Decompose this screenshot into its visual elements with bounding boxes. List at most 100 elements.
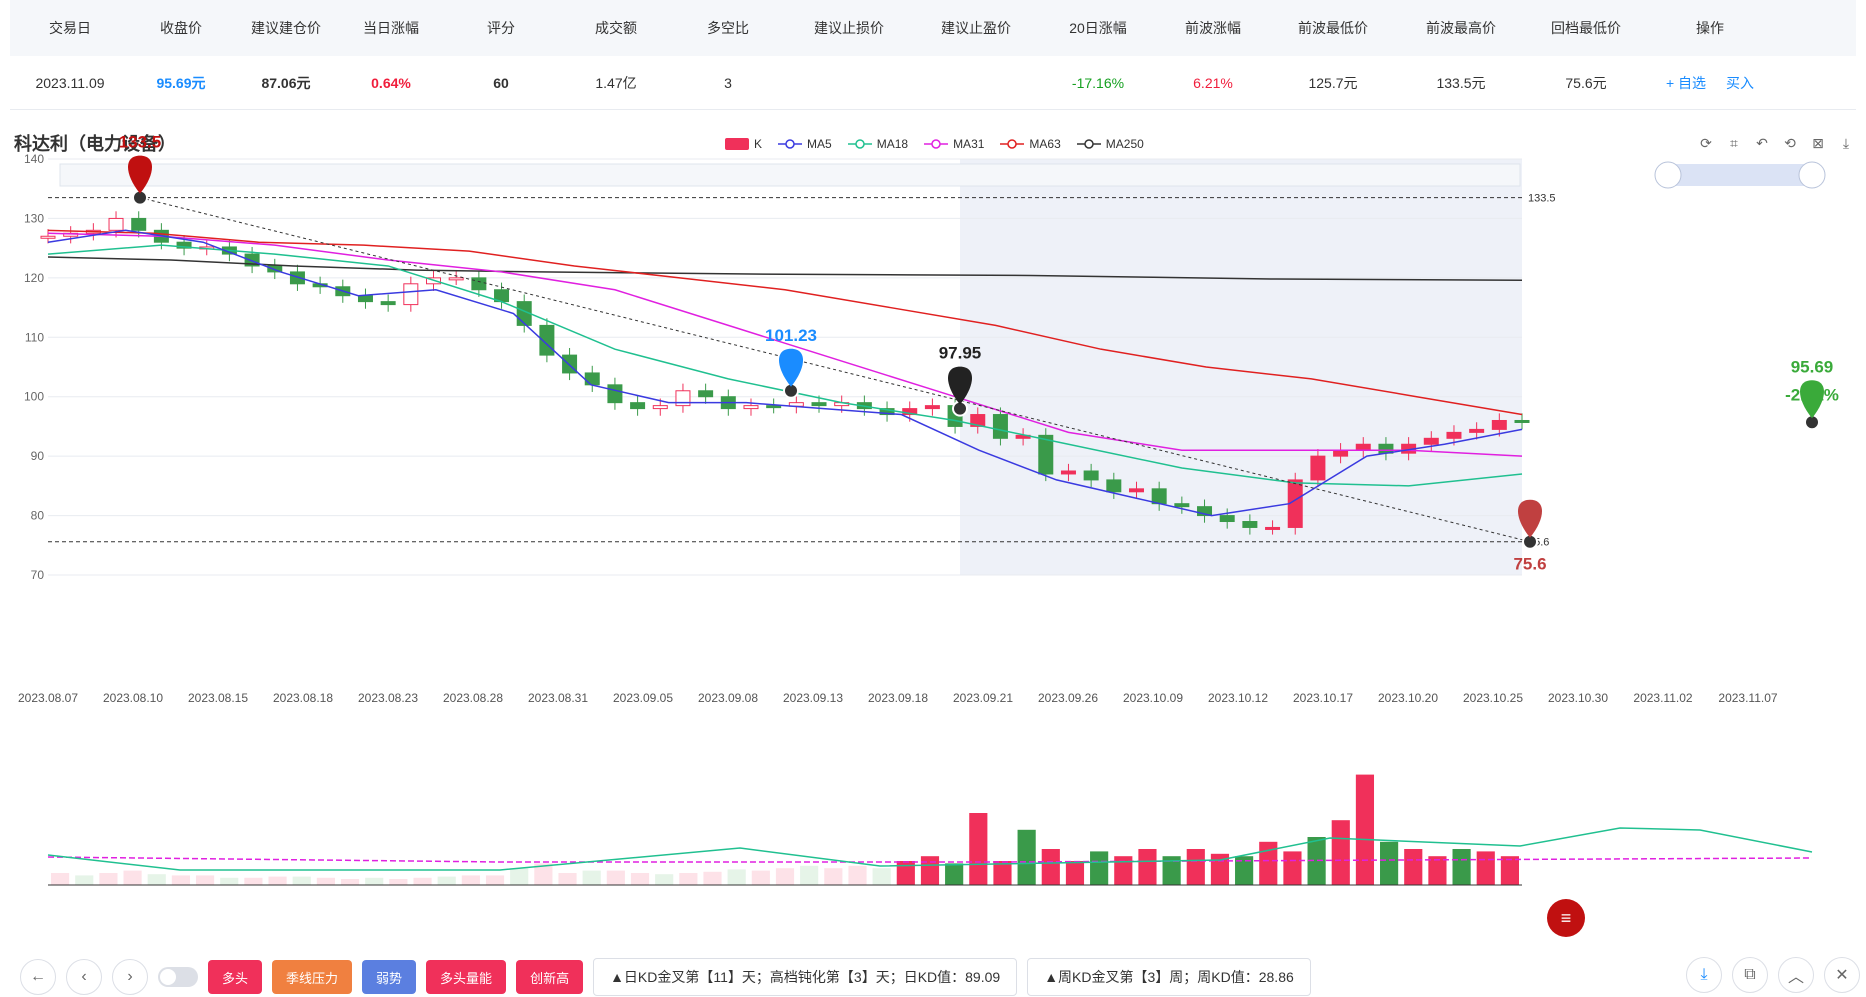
menu-icon: ≡: [1561, 908, 1572, 928]
kline-chart[interactable]: 140 130 120 110 100 90 80 70 2023.08.07 2023.08.1…: [0, 0, 1866, 996]
download-icon[interactable]: ⤓: [1686, 957, 1722, 993]
volume-bar: [727, 869, 746, 885]
x-tick-label: 2023.09.05: [613, 691, 673, 705]
volume-bar: [582, 870, 601, 885]
marker-last-change: -2.31%: [1785, 385, 1839, 404]
candle: [357, 295, 373, 303]
candle: [131, 217, 147, 231]
candle: [40, 235, 56, 239]
x-tick-label: 2023.09.18: [868, 691, 928, 705]
volume-bar: [800, 865, 819, 885]
volume-bar: [969, 813, 988, 885]
copy-icon[interactable]: ⧉: [1732, 957, 1768, 993]
candle: [1265, 526, 1281, 530]
x-tick-label: 2023.10.09: [1123, 691, 1183, 705]
volume-bar: [510, 868, 529, 885]
marker-current-label: 97.95: [939, 344, 982, 363]
volume-bar: [1259, 841, 1278, 885]
x-tick-label: 2023.11.07: [1718, 691, 1777, 705]
candle: [471, 277, 487, 291]
volume-bar: [679, 873, 698, 885]
marker-low-label: 75.6: [1513, 555, 1546, 574]
volume-bar: [195, 875, 215, 885]
volume-bar: [1452, 849, 1471, 885]
candle: [1128, 488, 1144, 493]
x-tick-label: 2023.09.08: [698, 691, 758, 705]
candle: [1106, 479, 1122, 493]
candle: [607, 384, 623, 404]
toggle-switch[interactable]: [158, 967, 198, 987]
back-button[interactable]: ←: [20, 959, 56, 995]
candle: [652, 405, 668, 410]
volume-bar: [1355, 774, 1375, 885]
marker-high-pin: [128, 155, 152, 194]
volume-bar: [1090, 851, 1109, 885]
x-tick-label: 2023.08.28: [443, 691, 503, 705]
right-tools: ⤓ ⧉ ︿ ✕: [1686, 957, 1860, 993]
volume-bar: [1186, 849, 1205, 885]
x-tick-label: 2023.08.18: [273, 691, 333, 705]
x-tick-label: 2023.08.15: [188, 691, 248, 705]
close-icon[interactable]: ✕: [1824, 957, 1860, 993]
volume-bar: [630, 873, 650, 885]
scroll-top-icon[interactable]: ︿: [1778, 957, 1814, 993]
x-tick-label: 2023.10.30: [1548, 691, 1608, 705]
volume-bar: [1476, 851, 1495, 885]
candle: [1423, 437, 1439, 445]
volume-bar: [365, 877, 384, 885]
y-tick-label: 100: [24, 390, 44, 404]
datazoom-handle-right: [1798, 161, 1826, 189]
volume-bar: [1138, 849, 1157, 885]
y-tick-label: 130: [24, 211, 44, 225]
x-tick-label: 2023.10.17: [1293, 691, 1353, 705]
datazoom-selection: [1668, 164, 1812, 186]
volume-bar: [292, 876, 311, 885]
candle: [1310, 455, 1326, 481]
candle: [743, 405, 759, 410]
volume-bar: [340, 879, 360, 885]
candle: [992, 414, 1008, 439]
tag-weak[interactable]: 弱势: [362, 960, 417, 994]
y-tick-label: 110: [25, 330, 44, 344]
volume-bar: [244, 877, 263, 885]
tag-bull[interactable]: 多头: [208, 960, 263, 994]
tag-bull-volume[interactable]: 多头量能: [426, 960, 507, 994]
candle: [811, 402, 827, 407]
volume-bar: [848, 865, 867, 885]
volume-bar: [872, 868, 891, 885]
volume-bar: [1283, 851, 1302, 885]
candle: [448, 277, 464, 281]
prev-button[interactable]: ‹: [66, 959, 102, 995]
volume-bar: [1331, 820, 1350, 885]
volume-bar: [896, 861, 915, 885]
datazoom-bar: [59, 163, 1521, 187]
volume-bar: [655, 874, 674, 885]
y-tick-label: 120: [24, 271, 44, 285]
volume-bar: [51, 873, 70, 885]
candle: [1151, 488, 1167, 505]
tag-new-high[interactable]: 创新高: [516, 960, 584, 994]
volume-bar: [485, 875, 505, 885]
candle: [1174, 503, 1190, 508]
volume-bar: [389, 879, 408, 885]
candle: [1219, 515, 1235, 523]
volume-bar: [461, 875, 480, 885]
x-tick-label: 2023.08.07: [18, 691, 78, 705]
tag-quarter-pressure[interactable]: 季线压力: [272, 960, 353, 994]
x-tick-label: 2023.10.20: [1378, 691, 1438, 705]
volume-bar: [945, 863, 964, 885]
volume-bar: [413, 877, 432, 885]
marker-mid-pin: [779, 348, 803, 387]
y-tick-label: 140: [24, 152, 44, 166]
candle: [1083, 470, 1099, 481]
volume-bar: [437, 876, 456, 885]
volume-bar: [123, 870, 142, 885]
next-button[interactable]: ›: [112, 959, 148, 995]
candle: [1514, 419, 1530, 423]
candle: [766, 405, 782, 409]
candle: [380, 301, 396, 306]
volume-bar: [606, 870, 625, 885]
daily-kd-info: ▲日KD金叉第【11】天；高档钝化第【3】天；日KD值：89.09: [593, 958, 1018, 996]
volume-bar: [316, 877, 335, 885]
x-tick-label: 2023.08.10: [103, 691, 163, 705]
